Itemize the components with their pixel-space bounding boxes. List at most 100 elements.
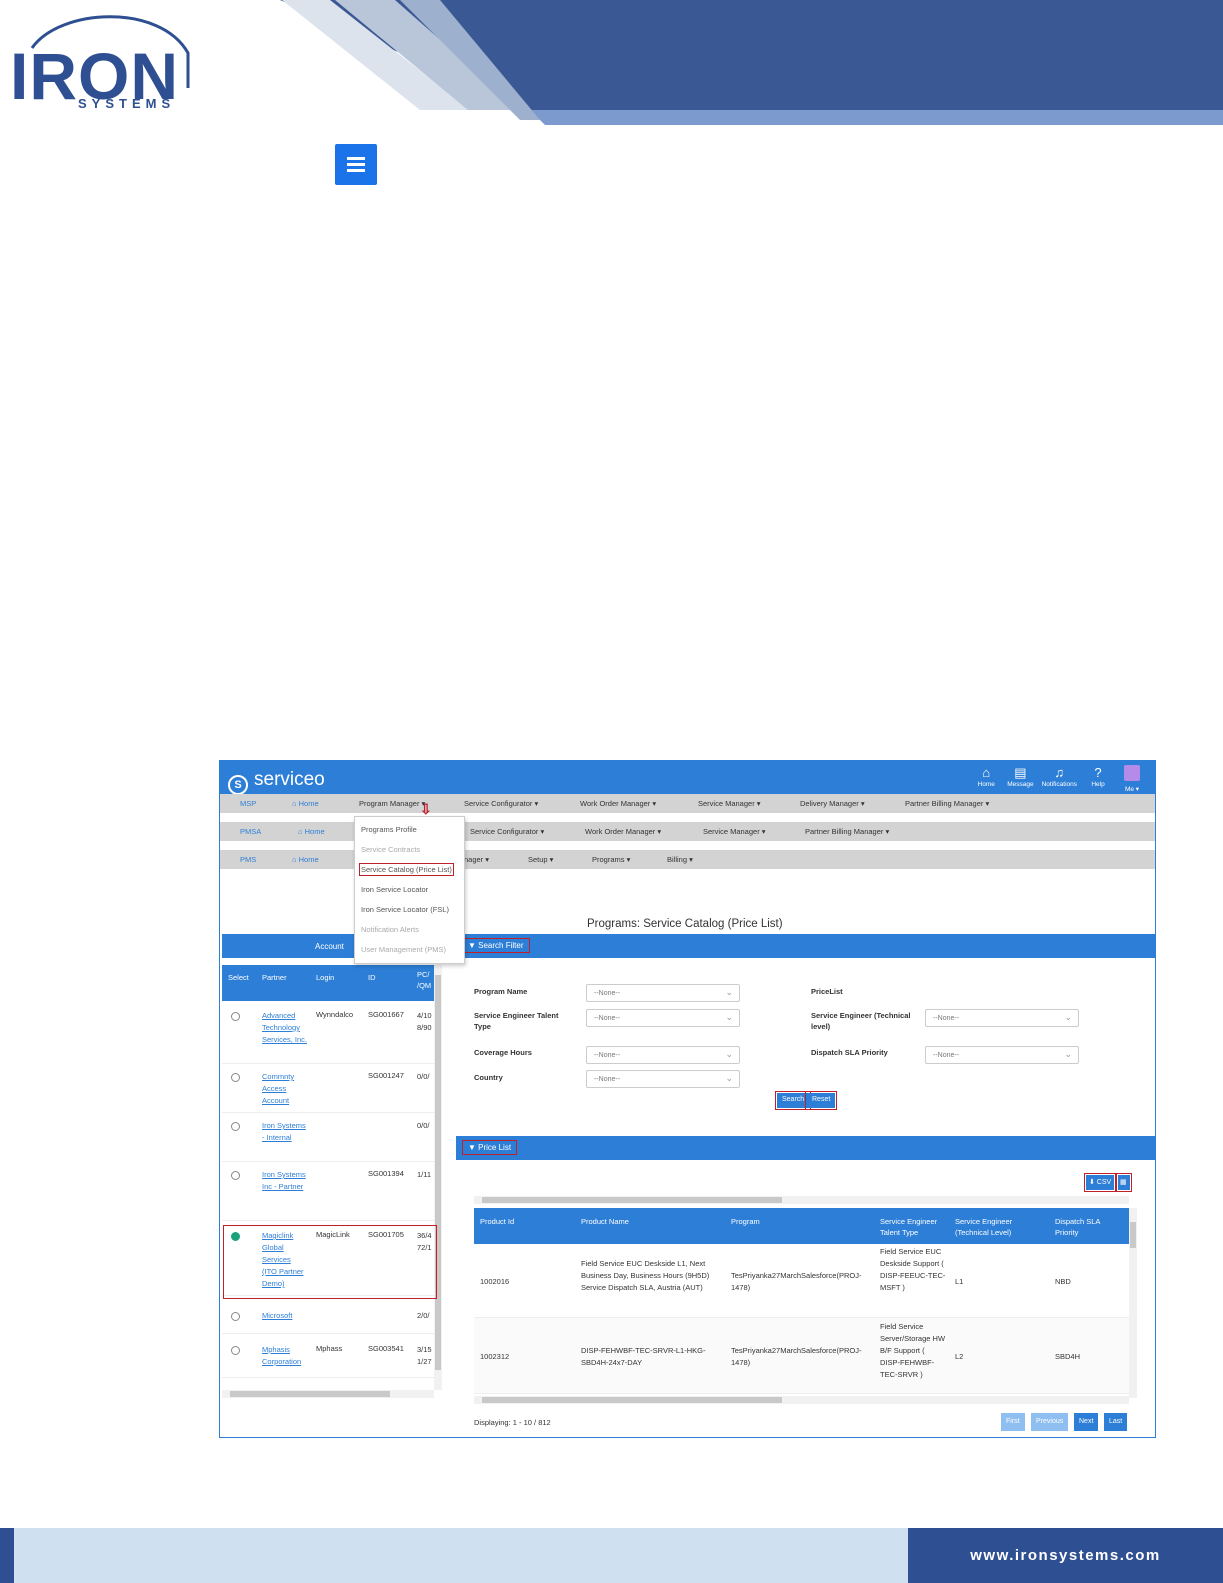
table-row[interactable]: Commnty Access Account SG001247 0/0/ <box>222 1065 434 1113</box>
price-list-top-scrollbar[interactable] <box>474 1196 1129 1204</box>
table-row[interactable]: 1002016 Field Service EUC Deskside L1, N… <box>474 1244 1129 1318</box>
column-toggle-button[interactable]: ▦ <box>1116 1173 1132 1192</box>
nav-delivery-manager[interactable]: Delivery Manager ▾ <box>800 799 865 808</box>
label-coverage-hours: Coverage Hours <box>474 1048 532 1057</box>
nav-home-pmsa[interactable]: ⌂ Home <box>298 827 325 836</box>
price-list-table: Product Id Product Name Program Service … <box>474 1208 1138 1408</box>
label-technical-level: Service Engineer (Technical level) <box>811 1011 911 1031</box>
pager-previous-button[interactable]: Previous <box>1031 1413 1069 1431</box>
nav-work-order-manager[interactable]: Work Order Manager ▾ <box>580 799 656 808</box>
row-radio[interactable] <box>231 1171 240 1180</box>
menu-iron-service-locator[interactable]: Iron Service Locator <box>361 885 428 894</box>
partner-link[interactable]: Advanced Technology Services, Inc. <box>262 1010 307 1046</box>
nav-billing[interactable]: Billing ▾ <box>667 855 693 864</box>
partner-link[interactable]: Microsoft <box>262 1310 307 1322</box>
menu-iron-service-locator-fsl[interactable]: Iron Service Locator (FSL) <box>361 905 449 914</box>
label-program-name: Program Name <box>474 987 528 996</box>
price-list-toggle[interactable]: ▼ Price List <box>462 1140 518 1155</box>
col-dispatch-sla: Dispatch SLA Priority <box>1055 1217 1101 1237</box>
col-product-id: Product Id <box>480 1217 515 1226</box>
account-panel: Account Select Partner Login ID PC/ /QM … <box>222 934 442 1404</box>
col-technical-level: Service Engineer (Technical Level) <box>955 1217 1013 1237</box>
pager-first-button[interactable]: First <box>1001 1413 1025 1431</box>
pager-next-button[interactable]: Next <box>1074 1413 1099 1431</box>
row-radio[interactable] <box>231 1122 240 1131</box>
search-filter-toggle[interactable]: ▼ Search Filter <box>462 938 530 953</box>
table-row[interactable]: Iron Systems - Internal 0/0/ <box>222 1114 434 1162</box>
nav-program-manager[interactable]: Program Manager ▾ <box>359 799 425 808</box>
document-footer: www.ironsystems.com <box>0 1528 1223 1583</box>
footer-url[interactable]: www.ironsystems.com <box>908 1547 1223 1564</box>
top-icons: ⌂ Home ▤ Message ♫ Notifications ? Help Me ▾ <box>973 765 1145 793</box>
country-select[interactable]: --None-- <box>586 1070 740 1088</box>
nav-home-pms[interactable]: ⌂ Home <box>292 855 319 864</box>
col-po: PC/ /QM <box>417 970 432 990</box>
top-home[interactable]: ⌂ Home <box>973 765 999 793</box>
nav-service-manager[interactable]: Service Manager ▾ <box>698 799 761 808</box>
price-list-vertical-scrollbar[interactable] <box>1129 1208 1137 1398</box>
nav-partner-billing-manager[interactable]: Partner Billing Manager ▾ <box>905 799 989 808</box>
menu-programs-profile[interactable]: Programs Profile <box>361 825 417 834</box>
nav-badge-pms: PMS <box>240 855 257 864</box>
top-notifications[interactable]: ♫ Notifications <box>1042 765 1077 793</box>
nav-home-msp[interactable]: ⌂ Home <box>292 799 319 808</box>
message-icon: ▤ <box>1014 765 1027 780</box>
pager-last-button[interactable]: Last <box>1104 1413 1128 1431</box>
row-radio[interactable] <box>231 1346 240 1355</box>
program-name-select[interactable]: --None-- <box>586 984 740 1002</box>
table-row[interactable]: Mphasis Corporation Mphass SG003541 3/15… <box>222 1338 434 1378</box>
row-radio[interactable] <box>231 1012 240 1021</box>
price-list-header: Product Id Product Name Program Service … <box>474 1208 1129 1244</box>
logo-subtitle: SYSTEMS <box>78 96 176 111</box>
account-vertical-scrollbar[interactable] <box>434 965 442 1390</box>
nav-setup[interactable]: Setup ▾ <box>528 855 553 864</box>
price-list-bottom-scrollbar[interactable] <box>474 1396 1129 1404</box>
nav-manager-3[interactable]: nager ▾ <box>464 855 489 864</box>
reset-button[interactable]: Reset <box>804 1091 838 1110</box>
nav-programs[interactable]: Programs ▾ <box>592 855 630 864</box>
table-row[interactable]: Microsoft 2/0/ <box>222 1304 434 1334</box>
csv-download-button[interactable]: ⬇ CSV <box>1083 1173 1117 1192</box>
table-row[interactable]: Iron Systems Inc - Partner SG001394 1/11 <box>222 1163 434 1221</box>
partner-link[interactable]: Iron Systems - Internal <box>262 1120 307 1144</box>
top-help[interactable]: ? Help <box>1085 765 1111 793</box>
avatar <box>1124 765 1140 781</box>
label-talent-type: Service Engineer Talent Type <box>474 1011 559 1031</box>
label-pricelist: PriceList <box>811 987 843 996</box>
menu-service-catalog[interactable]: Service Catalog (Price List) <box>359 863 454 876</box>
search-button[interactable]: Search <box>774 1091 812 1110</box>
account-horizontal-scrollbar[interactable] <box>222 1390 434 1398</box>
row-radio[interactable] <box>231 1312 240 1321</box>
table-row[interactable]: Advanced Technology Services, Inc. Wynnd… <box>222 1004 434 1064</box>
partner-link[interactable]: Iron Systems Inc - Partner <box>262 1169 307 1193</box>
col-program: Program <box>731 1217 760 1226</box>
col-talent-type: Service Engineer Talent Type <box>880 1217 938 1237</box>
nav-badge-msp: MSP <box>240 799 257 808</box>
partner-link[interactable]: Commnty Access Account <box>262 1071 307 1107</box>
col-select: Select <box>228 973 249 982</box>
search-filter-bar[interactable]: ▼ Search Filter <box>456 934 1155 958</box>
col-partner: Partner <box>262 973 287 982</box>
partner-link[interactable]: Mphasis Corporation <box>262 1344 307 1368</box>
menu-user-management[interactable]: User Management (PMS) <box>361 945 446 954</box>
top-me[interactable]: Me ▾ <box>1119 765 1145 793</box>
menu-notification-alerts[interactable]: Notification Alerts <box>361 925 419 934</box>
list-icon <box>347 157 365 172</box>
nav-work-order-manager-2[interactable]: Work Order Manager ▾ <box>585 827 661 836</box>
coverage-hours-select[interactable]: --None-- <box>586 1046 740 1064</box>
top-message[interactable]: ▤ Message <box>1007 765 1033 793</box>
talent-type-select[interactable]: --None-- <box>586 1009 740 1027</box>
technical-level-select[interactable]: --None-- <box>925 1009 1079 1027</box>
row-radio[interactable] <box>231 1073 240 1082</box>
price-list-bar[interactable]: ▼ Price List <box>456 1136 1155 1160</box>
bell-icon: ♫ <box>1054 765 1065 780</box>
nav-partner-billing-manager-2[interactable]: Partner Billing Manager ▾ <box>805 827 889 836</box>
dispatch-sla-select[interactable]: --None-- <box>925 1046 1079 1064</box>
nav-service-configurator[interactable]: Service Configurator ▾ <box>464 799 538 808</box>
menu-service-contracts[interactable]: Service Contracts <box>361 845 420 854</box>
nav-service-configurator-2[interactable]: Service Configurator ▾ <box>470 827 544 836</box>
table-row[interactable]: 1002312 DISP-FEHWBF-TEC-SRVR-L1-HKG-SBD4… <box>474 1318 1129 1394</box>
iron-systems-logo: IRON SYSTEMS <box>10 8 200 118</box>
app-brand[interactable]: Sserviceo <box>228 769 325 795</box>
nav-service-manager-2[interactable]: Service Manager ▾ <box>703 827 766 836</box>
